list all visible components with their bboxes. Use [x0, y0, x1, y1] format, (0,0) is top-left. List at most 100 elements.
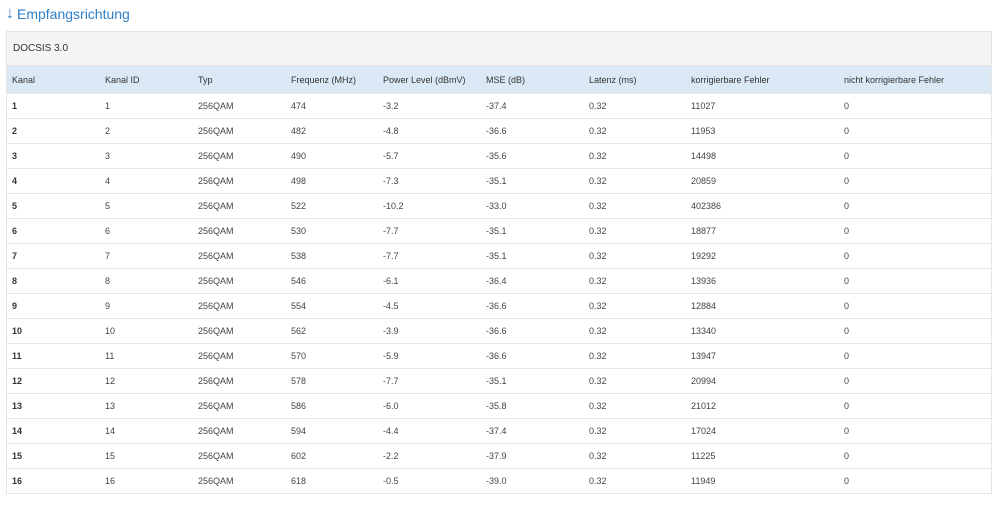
cell-nicht-korrigierbare-fehler: 0: [839, 268, 991, 294]
cell-frequenz: 530: [286, 218, 378, 244]
cell-power-level: -4.4: [378, 418, 481, 444]
cell-mse: -35.1: [481, 368, 584, 394]
cell-mse: -37.4: [481, 93, 584, 119]
table-row: 2 2 256QAM 482 -4.8 -36.6 0.32 11953 0: [7, 118, 991, 144]
cell-mse: -36.6: [481, 118, 584, 144]
cell-mse: -37.4: [481, 418, 584, 444]
cell-kanal-id: 4: [100, 168, 193, 194]
section-title: Empfangsrichtung: [17, 6, 130, 22]
cell-kanal-id: 9: [100, 293, 193, 319]
cell-kanal: 9: [7, 293, 100, 319]
cell-nicht-korrigierbare-fehler: 0: [839, 143, 991, 169]
cell-latenz: 0.32: [584, 218, 686, 244]
cell-korrigierbare-fehler: 18877: [686, 218, 839, 244]
table-row: 9 9 256QAM 554 -4.5 -36.6 0.32 12884 0: [7, 293, 991, 319]
cell-power-level: -5.9: [378, 343, 481, 369]
cell-power-level: -4.8: [378, 118, 481, 144]
cell-mse: -35.1: [481, 218, 584, 244]
cell-power-level: -0.5: [378, 468, 481, 493]
cell-kanal-id: 16: [100, 468, 193, 493]
cell-typ: 256QAM: [193, 318, 286, 344]
cell-nicht-korrigierbare-fehler: 0: [839, 218, 991, 244]
cell-kanal: 5: [7, 193, 100, 219]
cell-frequenz: 498: [286, 168, 378, 194]
cell-korrigierbare-fehler: 12884: [686, 293, 839, 319]
cell-korrigierbare-fehler: 17024: [686, 418, 839, 444]
cell-power-level: -6.1: [378, 268, 481, 294]
cell-mse: -35.6: [481, 143, 584, 169]
cell-mse: -36.4: [481, 268, 584, 294]
panel-title: DOCSIS 3.0: [7, 32, 991, 66]
column-header-mse: MSE (dB): [486, 74, 526, 85]
table-row: 6 6 256QAM 530 -7.7 -35.1 0.32 18877 0: [7, 218, 991, 244]
cell-frequenz: 554: [286, 293, 378, 319]
cell-mse: -35.1: [481, 168, 584, 194]
cell-frequenz: 586: [286, 393, 378, 419]
cell-kanal: 14: [7, 418, 100, 444]
cell-kanal: 7: [7, 243, 100, 269]
cell-power-level: -7.7: [378, 243, 481, 269]
column-header-kanal-id: Kanal ID: [105, 74, 140, 85]
cell-nicht-korrigierbare-fehler: 0: [839, 368, 991, 394]
cell-typ: 256QAM: [193, 343, 286, 369]
table-row: 10 10 256QAM 562 -3.9 -36.6 0.32 13340 0: [7, 318, 991, 344]
column-header-kanal: Kanal: [12, 74, 36, 85]
cell-korrigierbare-fehler: 11027: [686, 93, 839, 119]
table-header-row: Kanal Kanal ID Typ Frequenz (MHz) Power …: [7, 66, 991, 94]
cell-kanal: 15: [7, 443, 100, 469]
table-row: 5 5 256QAM 522 -10.2 -33.0 0.32 402386 0: [7, 193, 991, 219]
section-toggle-empfangsrichtung[interactable]: ↓ Empfangsrichtung: [6, 4, 130, 24]
cell-mse: -36.6: [481, 318, 584, 344]
cell-kanal: 2: [7, 118, 100, 144]
cell-kanal-id: 13: [100, 393, 193, 419]
cell-kanal: 10: [7, 318, 100, 344]
cell-korrigierbare-fehler: 11225: [686, 443, 839, 469]
cell-power-level: -6.0: [378, 393, 481, 419]
table-row: 8 8 256QAM 546 -6.1 -36.4 0.32 13936 0: [7, 268, 991, 294]
column-header-latenz: Latenz (ms): [589, 74, 637, 85]
cell-typ: 256QAM: [193, 143, 286, 169]
cell-frequenz: 490: [286, 143, 378, 169]
cell-korrigierbare-fehler: 13936: [686, 268, 839, 294]
cell-kanal-id: 8: [100, 268, 193, 294]
cell-mse: -35.1: [481, 243, 584, 269]
table-row: 13 13 256QAM 586 -6.0 -35.8 0.32 21012 0: [7, 393, 991, 419]
cell-kanal: 8: [7, 268, 100, 294]
cell-latenz: 0.32: [584, 393, 686, 419]
cell-korrigierbare-fehler: 20859: [686, 168, 839, 194]
cell-mse: -35.8: [481, 393, 584, 419]
cell-kanal-id: 10: [100, 318, 193, 344]
cell-power-level: -7.3: [378, 168, 481, 194]
cell-korrigierbare-fehler: 11953: [686, 118, 839, 144]
cell-latenz: 0.32: [584, 143, 686, 169]
cell-latenz: 0.32: [584, 368, 686, 394]
cell-kanal-id: 14: [100, 418, 193, 444]
column-header-frequenz: Frequenz (MHz): [291, 74, 357, 85]
column-header-power-level: Power Level (dBmV): [383, 74, 466, 85]
cell-nicht-korrigierbare-fehler: 0: [839, 293, 991, 319]
cell-frequenz: 602: [286, 443, 378, 469]
cell-korrigierbare-fehler: 13340: [686, 318, 839, 344]
cell-latenz: 0.32: [584, 93, 686, 119]
cell-kanal: 4: [7, 168, 100, 194]
table-row: 14 14 256QAM 594 -4.4 -37.4 0.32 17024 0: [7, 418, 991, 444]
cell-mse: -36.6: [481, 343, 584, 369]
cell-latenz: 0.32: [584, 318, 686, 344]
cell-latenz: 0.32: [584, 118, 686, 144]
cell-kanal-id: 11: [100, 343, 193, 369]
cell-frequenz: 474: [286, 93, 378, 119]
cell-power-level: -7.7: [378, 218, 481, 244]
downstream-channel-table: Kanal Kanal ID Typ Frequenz (MHz) Power …: [7, 66, 991, 493]
cell-power-level: -2.2: [378, 443, 481, 469]
table-row: 11 11 256QAM 570 -5.9 -36.6 0.32 13947 0: [7, 343, 991, 369]
cell-power-level: -5.7: [378, 143, 481, 169]
cell-korrigierbare-fehler: 11949: [686, 468, 839, 493]
arrow-down-icon: ↓: [6, 5, 14, 22]
cell-typ: 256QAM: [193, 368, 286, 394]
cell-frequenz: 482: [286, 118, 378, 144]
cell-latenz: 0.32: [584, 343, 686, 369]
cell-frequenz: 562: [286, 318, 378, 344]
cell-kanal-id: 6: [100, 218, 193, 244]
table-row: 15 15 256QAM 602 -2.2 -37.9 0.32 11225 0: [7, 443, 991, 469]
column-header-nicht-korrigierbare-fehler: nicht korrigierbare Fehler: [844, 74, 945, 85]
